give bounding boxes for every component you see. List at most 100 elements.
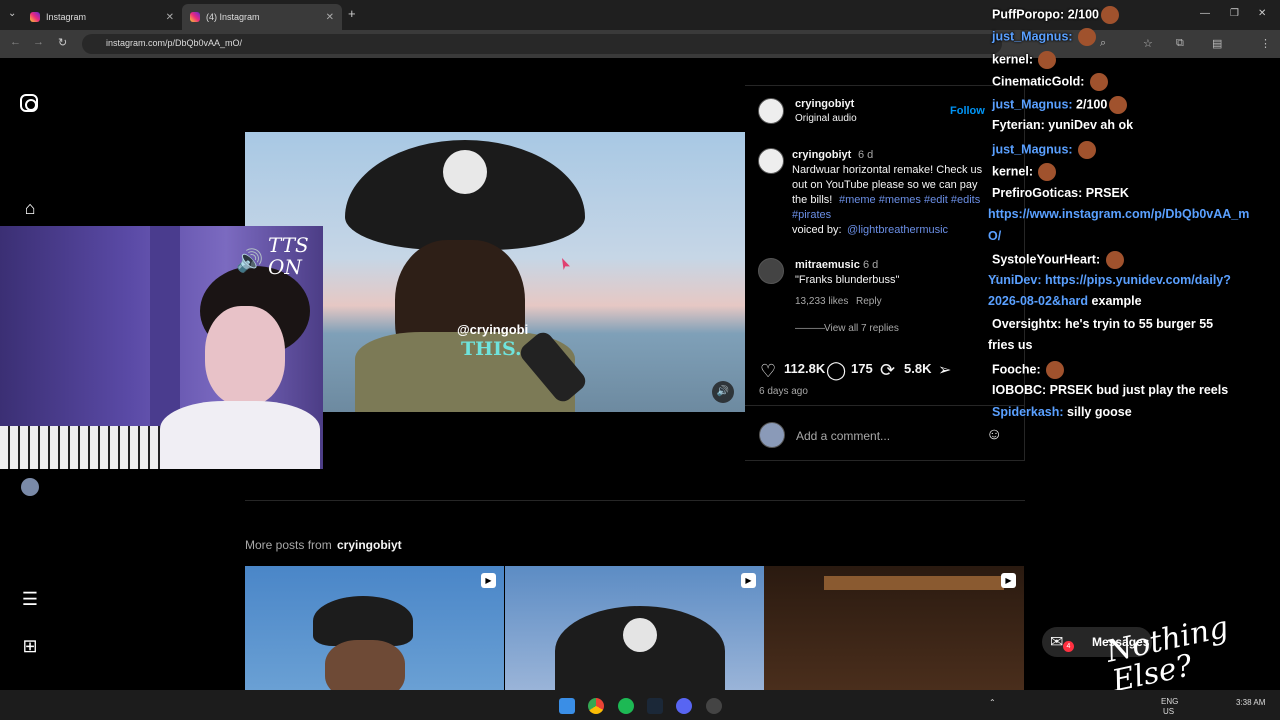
close-tab-icon[interactable]: ✕	[166, 12, 174, 23]
extensions-icon[interactable]: ⧉	[1176, 37, 1184, 50]
webcam-face	[205, 306, 285, 406]
close-tab-icon[interactable]: ✕	[326, 12, 334, 23]
windows-taskbar	[0, 690, 1280, 720]
stream-watermark: Nothing Else?	[1103, 609, 1232, 700]
caption-line: out on YouTube please so we can pay	[792, 179, 978, 191]
chat-text[interactable]: O/	[988, 229, 1001, 243]
chat-text: 2/100	[1076, 97, 1108, 112]
forward-icon[interactable]: →	[33, 36, 44, 48]
chat-message: just_Magnus:	[992, 28, 1097, 46]
comment-reply-button[interactable]: Reply	[856, 296, 882, 307]
chat-emote-icon	[1078, 28, 1097, 46]
bookmark-star-icon[interactable]: ☆	[1143, 37, 1153, 50]
divider	[745, 405, 1025, 406]
caption-age: 6 d	[858, 149, 874, 161]
spotify-icon[interactable]	[618, 698, 634, 714]
chat-message: IOBOBC: PRSEK bud just play the reels	[992, 383, 1228, 397]
browser-menu-icon[interactable]: ⋮	[1260, 37, 1271, 50]
reload-icon[interactable]: ↻	[58, 36, 67, 49]
clock[interactable]: 3:38 AM	[1236, 698, 1265, 707]
chat-text[interactable]: 2026-08-02&hard	[988, 294, 1088, 308]
comment-text: "Franks blunderbuss"	[795, 274, 900, 286]
chat-message: just_Magnus: 2/100	[992, 96, 1128, 114]
chat-message: O/	[988, 229, 1001, 243]
chat-username: CinematicGold:	[992, 74, 1085, 89]
chat-username: just_Magnus:	[992, 97, 1073, 112]
emoji-icon[interactable]: ☺	[986, 426, 1002, 444]
more-menu-icon[interactable]: ☰	[20, 589, 40, 609]
chat-text: 2/100	[1067, 7, 1099, 22]
caption-author[interactable]: cryingobiyt	[792, 149, 851, 161]
audio-toggle-icon[interactable]: 🔊	[712, 381, 734, 403]
post-thumbnail[interactable]: ▶	[505, 566, 764, 690]
maximize-icon[interactable]: ❐	[1230, 8, 1239, 19]
chat-message: Oversightx: he's tryin to 55 burger 55	[992, 317, 1213, 331]
repost-icon[interactable]: ⟳	[880, 360, 895, 381]
caption-author-avatar[interactable]	[758, 148, 784, 174]
home-icon[interactable]: ⌂	[20, 198, 40, 218]
add-comment-input[interactable]: Add a comment...	[796, 429, 890, 443]
author-avatar[interactable]	[758, 98, 784, 124]
webcam-shirt	[160, 401, 320, 469]
voiced-by-handle[interactable]: @lightbreathermusic	[847, 224, 948, 236]
tab-search-icon[interactable]: ⌄	[8, 8, 16, 19]
new-tab-icon[interactable]: +	[348, 6, 356, 21]
zoom-icon[interactable]: ⌕	[1100, 37, 1106, 50]
tab-title: (4) Instagram	[206, 12, 260, 22]
ship-beam	[824, 576, 1004, 590]
discord-icon[interactable]	[676, 698, 692, 714]
post-thumbnail[interactable]: ▶	[245, 566, 504, 690]
chat-username: kernel:	[992, 52, 1033, 67]
view-replies-button[interactable]: View all 7 replies	[824, 323, 899, 334]
comment-icon[interactable]: ◯	[826, 360, 846, 381]
browser-tab[interactable]: Instagram ✕	[22, 4, 182, 30]
browser-tab-active[interactable]: (4) Instagram ✕	[182, 4, 342, 30]
tray-overflow-icon[interactable]: ⌃	[989, 698, 996, 707]
repost-count: 5.8K	[904, 361, 932, 376]
region-indicator: US	[1163, 707, 1175, 716]
steam-icon[interactable]	[647, 698, 663, 714]
post-audio[interactable]: Original audio	[795, 113, 857, 124]
commenter-avatar[interactable]	[758, 258, 784, 284]
voiced-by-label: voiced by:	[792, 224, 842, 236]
url-field[interactable]: instagram.com/p/DbQb0vAA_mO/	[82, 34, 1002, 54]
profile-avatar[interactable]	[21, 478, 39, 496]
chat-message: Fooche:	[992, 361, 1065, 379]
chat-username: just_Magnus:	[992, 29, 1073, 44]
windows-start-icon[interactable]	[559, 698, 575, 714]
instagram-logo-icon[interactable]	[20, 94, 38, 112]
obs-icon[interactable]	[706, 698, 722, 714]
share-icon[interactable]: ➢	[938, 360, 951, 380]
chat-emote-icon	[1078, 141, 1097, 159]
close-window-icon[interactable]: ✕	[1258, 8, 1266, 19]
url-text: instagram.com/p/DbQb0vAA_mO/	[106, 38, 243, 48]
chat-username: Spiderkash:	[992, 405, 1064, 419]
chat-text: yuniDev ah ok	[1048, 118, 1134, 132]
like-icon[interactable]: ♡	[760, 361, 776, 382]
post-thumbnail[interactable]: ▶	[764, 566, 1024, 690]
also-from-meta-icon[interactable]: ⊞	[20, 636, 40, 656]
chrome-icon[interactable]	[588, 698, 604, 714]
instagram-favicon-icon	[190, 12, 200, 22]
skull-emblem	[443, 150, 487, 194]
more-posts-label: More posts from	[245, 538, 332, 552]
chat-text[interactable]: https://www.instagram.com/p/DbQb0vAA_m	[988, 207, 1249, 221]
comment-author[interactable]: mitraemusic	[795, 259, 860, 271]
comment-likes[interactable]: 13,233 likes	[795, 296, 848, 307]
view-replies-divider: ———	[795, 323, 825, 334]
minimize-icon[interactable]: —	[1200, 8, 1210, 19]
sidepanel-icon[interactable]: ▤	[1212, 37, 1222, 50]
caption-hashtags[interactable]: #pirates	[792, 209, 831, 221]
language-indicator[interactable]: ENG	[1161, 697, 1178, 706]
more-posts-author[interactable]: cryingobiyt	[337, 538, 402, 552]
chat-emote-icon	[1038, 51, 1057, 69]
follow-button[interactable]: Follow	[950, 105, 985, 117]
back-icon[interactable]: ←	[10, 36, 21, 48]
caption-hashtags[interactable]: #meme #memes #edit #edits	[839, 194, 980, 206]
video-overlay-caption: THIS.	[461, 338, 522, 360]
post-author[interactable]: cryingobiyt	[795, 98, 854, 110]
chat-message: just_Magnus:	[992, 141, 1097, 159]
chat-text[interactable]: fries us	[988, 338, 1032, 352]
reel-icon: ▶	[1001, 573, 1016, 588]
caption-line: the bills!	[792, 194, 833, 206]
